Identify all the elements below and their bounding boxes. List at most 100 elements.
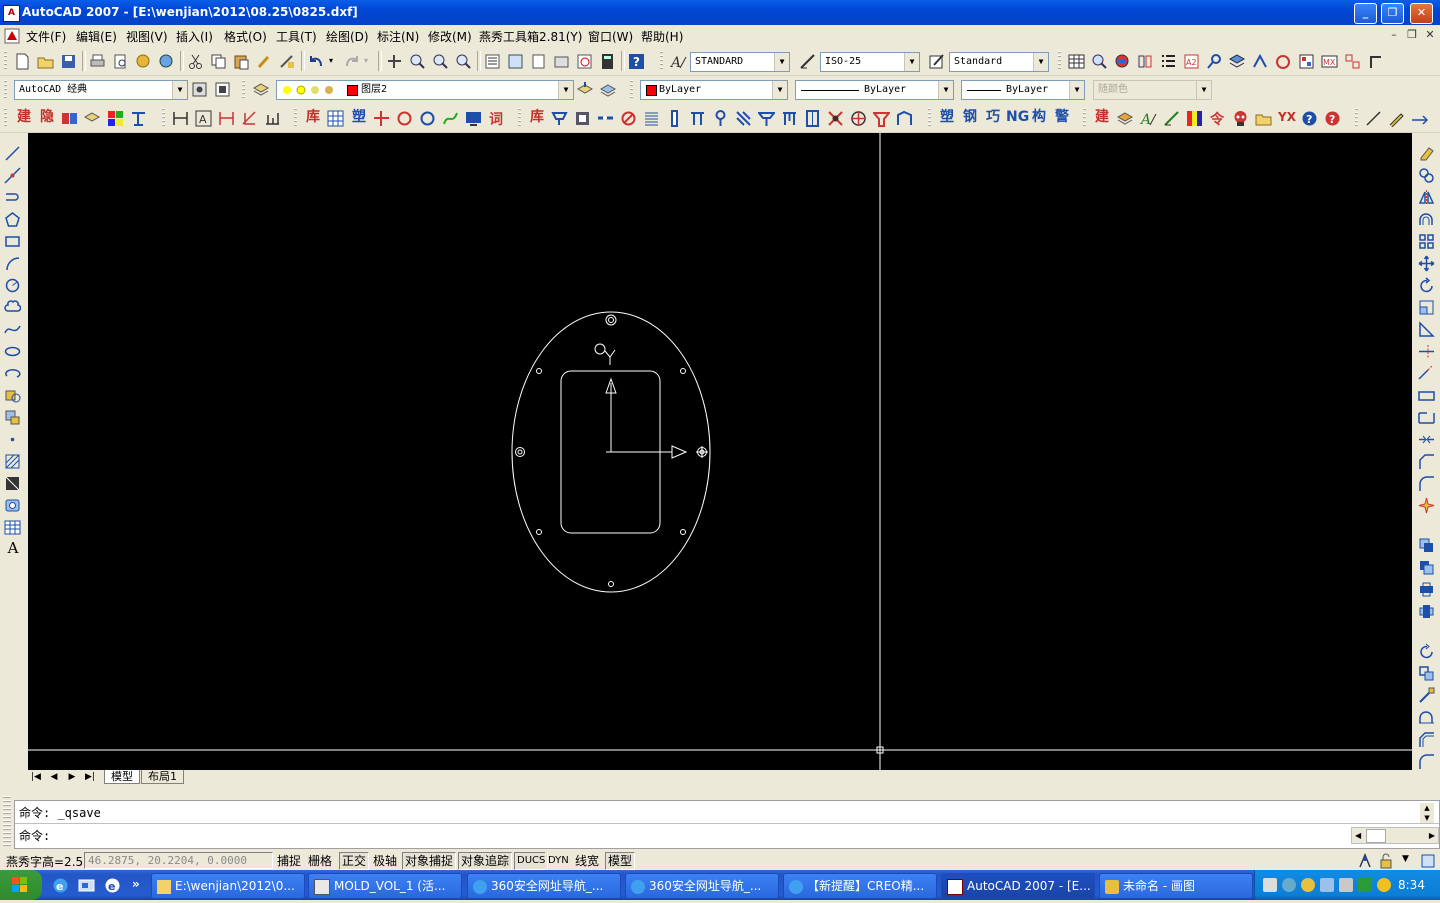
erase-icon[interactable] xyxy=(1418,145,1435,162)
command-hscroll-thumb[interactable] xyxy=(1366,829,1386,843)
taskbar-item-creo[interactable]: 【新提醒】CREO精... xyxy=(783,873,937,899)
tab-prev-button[interactable]: ◀ xyxy=(46,770,62,784)
yanxiu-dim-icon[interactable] xyxy=(1163,110,1180,127)
toolbar-grip[interactable] xyxy=(4,80,7,100)
yanxiu-grid-icon[interactable] xyxy=(327,110,344,127)
yanxiu-mold-11-icon[interactable] xyxy=(781,110,798,127)
toolbar-grip[interactable] xyxy=(4,51,7,71)
yanxiu-tool-8-icon[interactable] xyxy=(1298,53,1315,70)
yanxiu-plastic2-icon[interactable]: 塑 xyxy=(937,109,957,126)
circle-icon[interactable] xyxy=(4,277,21,294)
360-tray-icon[interactable] xyxy=(1377,878,1391,892)
tab-last-button[interactable]: ▶| xyxy=(82,770,98,784)
dropdown-arrow-icon[interactable]: ▼ xyxy=(172,81,187,99)
revision-cloud-icon[interactable] xyxy=(4,299,21,316)
command-scrollbar[interactable]: ▲ ▼ xyxy=(1420,803,1434,823)
dim-text-icon[interactable]: A xyxy=(195,110,212,127)
hole-bottom-right[interactable] xyxy=(680,529,686,535)
yanxiu-command-icon[interactable]: 令 xyxy=(1209,110,1226,127)
yanxiu-ng-icon[interactable]: NG xyxy=(1006,109,1029,126)
design-center-icon[interactable] xyxy=(507,53,524,70)
print-icon[interactable] xyxy=(89,53,106,70)
yanxiu-screen-icon[interactable] xyxy=(465,110,482,127)
print-preview-icon[interactable] xyxy=(112,53,129,70)
yanxiu-help-icon[interactable]: ? xyxy=(1301,110,1318,127)
arc-icon[interactable] xyxy=(4,255,21,272)
edit-array-icon[interactable] xyxy=(1418,731,1435,748)
network-tray-icon[interactable] xyxy=(1282,878,1296,892)
yanxiu-mold-6-icon[interactable] xyxy=(666,110,683,127)
clean-screen-icon[interactable] xyxy=(1420,853,1436,869)
left-circle[interactable] xyxy=(515,447,525,457)
yanxiu-mold-5-icon[interactable] xyxy=(643,110,660,127)
yanxiu-build-icon[interactable]: 建 xyxy=(14,109,34,126)
yanxiu-yx-icon[interactable]: YX xyxy=(1277,109,1297,126)
ellipse-arc-icon[interactable] xyxy=(4,365,21,382)
toolbar-lock-icon[interactable] xyxy=(1378,853,1394,869)
make-block-icon[interactable] xyxy=(4,409,21,426)
yanxiu-mold-8-icon[interactable] xyxy=(712,110,729,127)
table-icon[interactable] xyxy=(1068,53,1085,70)
yanxiu-structure-icon[interactable]: 构 xyxy=(1029,109,1049,126)
draw-order-below-icon[interactable] xyxy=(1418,603,1435,620)
region-icon[interactable] xyxy=(4,497,21,514)
command-hscrollbar[interactable]: ◀ ▶ xyxy=(1351,827,1439,844)
menu-window[interactable]: 窗口(W) xyxy=(588,28,633,45)
menu-tools[interactable]: 工具(T) xyxy=(276,28,317,45)
yanxiu-color-icon[interactable] xyxy=(107,110,124,127)
menu-help[interactable]: 帮助(H) xyxy=(641,28,683,45)
yanxiu-tool-1-icon[interactable] xyxy=(1114,53,1131,70)
communication-center-icon[interactable] xyxy=(1357,853,1373,869)
menu-file[interactable]: 文件(F) xyxy=(26,28,66,45)
volume-tray-icon[interactable] xyxy=(1339,878,1353,892)
paste-icon[interactable] xyxy=(233,53,250,70)
scale-icon[interactable] xyxy=(1418,299,1435,316)
toolbar-grip[interactable] xyxy=(1083,108,1086,128)
yanxiu-library-icon[interactable]: 库 xyxy=(303,109,323,126)
copy-icon[interactable] xyxy=(210,53,227,70)
start-button[interactable] xyxy=(0,870,42,900)
toolbar-grip[interactable] xyxy=(162,108,165,128)
trim-icon[interactable] xyxy=(1418,343,1435,360)
fillet-icon[interactable] xyxy=(1418,475,1435,492)
yanxiu-word-icon[interactable]: 词 xyxy=(488,110,505,127)
polar-toggle[interactable]: 极轴 xyxy=(370,852,401,870)
mirror-icon[interactable] xyxy=(1418,189,1435,206)
toolbar-grip[interactable] xyxy=(518,108,521,128)
redo-icon[interactable] xyxy=(343,53,360,70)
yanxiu-circle-icon[interactable] xyxy=(419,110,436,127)
yanxiu-tool-10-icon[interactable] xyxy=(1344,53,1361,70)
draw-order-back-icon[interactable] xyxy=(1418,559,1435,576)
hole-top-right[interactable] xyxy=(680,368,686,374)
yanxiu-tool-3-icon[interactable]: A2 xyxy=(1183,53,1200,70)
line-tool-icon[interactable] xyxy=(1365,110,1382,127)
zoom-realtime-icon[interactable] xyxy=(409,53,426,70)
help-icon[interactable]: ? xyxy=(628,53,645,70)
yanxiu-layers-icon[interactable] xyxy=(1117,110,1134,127)
menu-modify[interactable]: 修改(M) xyxy=(428,28,472,45)
dim-tool-icon[interactable] xyxy=(241,110,258,127)
toolbar-grip[interactable] xyxy=(660,51,663,71)
dyn-toggle[interactable]: DYN xyxy=(545,852,572,870)
yanxiu-library2-icon[interactable]: 库 xyxy=(527,109,547,126)
drawing-area[interactable] xyxy=(28,133,1412,770)
autocad-app-icon[interactable]: A xyxy=(3,5,20,22)
grid-toggle[interactable]: 栅格 xyxy=(305,852,336,870)
offset-icon[interactable] xyxy=(1418,211,1435,228)
yanxiu-cross-icon[interactable] xyxy=(373,110,390,127)
rectangle-icon[interactable] xyxy=(4,233,21,250)
yanxiu-steel-icon[interactable]: 钢 xyxy=(960,109,980,126)
document-icon[interactable] xyxy=(4,28,20,44)
match-properties-icon[interactable] xyxy=(256,53,273,70)
toolbar-grip[interactable] xyxy=(294,108,297,128)
toolbar-grip[interactable] xyxy=(630,80,633,100)
toolbar-grip[interactable] xyxy=(4,108,7,128)
zoom-window-icon[interactable] xyxy=(432,53,449,70)
layer-state-icons[interactable] xyxy=(281,84,343,96)
join-icon[interactable] xyxy=(1418,431,1435,448)
coordinate-display[interactable]: 46.2875, 20.2204, 0.0000 xyxy=(84,852,273,869)
osnap-toggle[interactable]: 对象捕捉 xyxy=(402,852,457,870)
move-tool-icon[interactable] xyxy=(1411,110,1428,127)
dim-style-icon[interactable] xyxy=(799,53,816,70)
display-tray-icon[interactable] xyxy=(1320,878,1334,892)
